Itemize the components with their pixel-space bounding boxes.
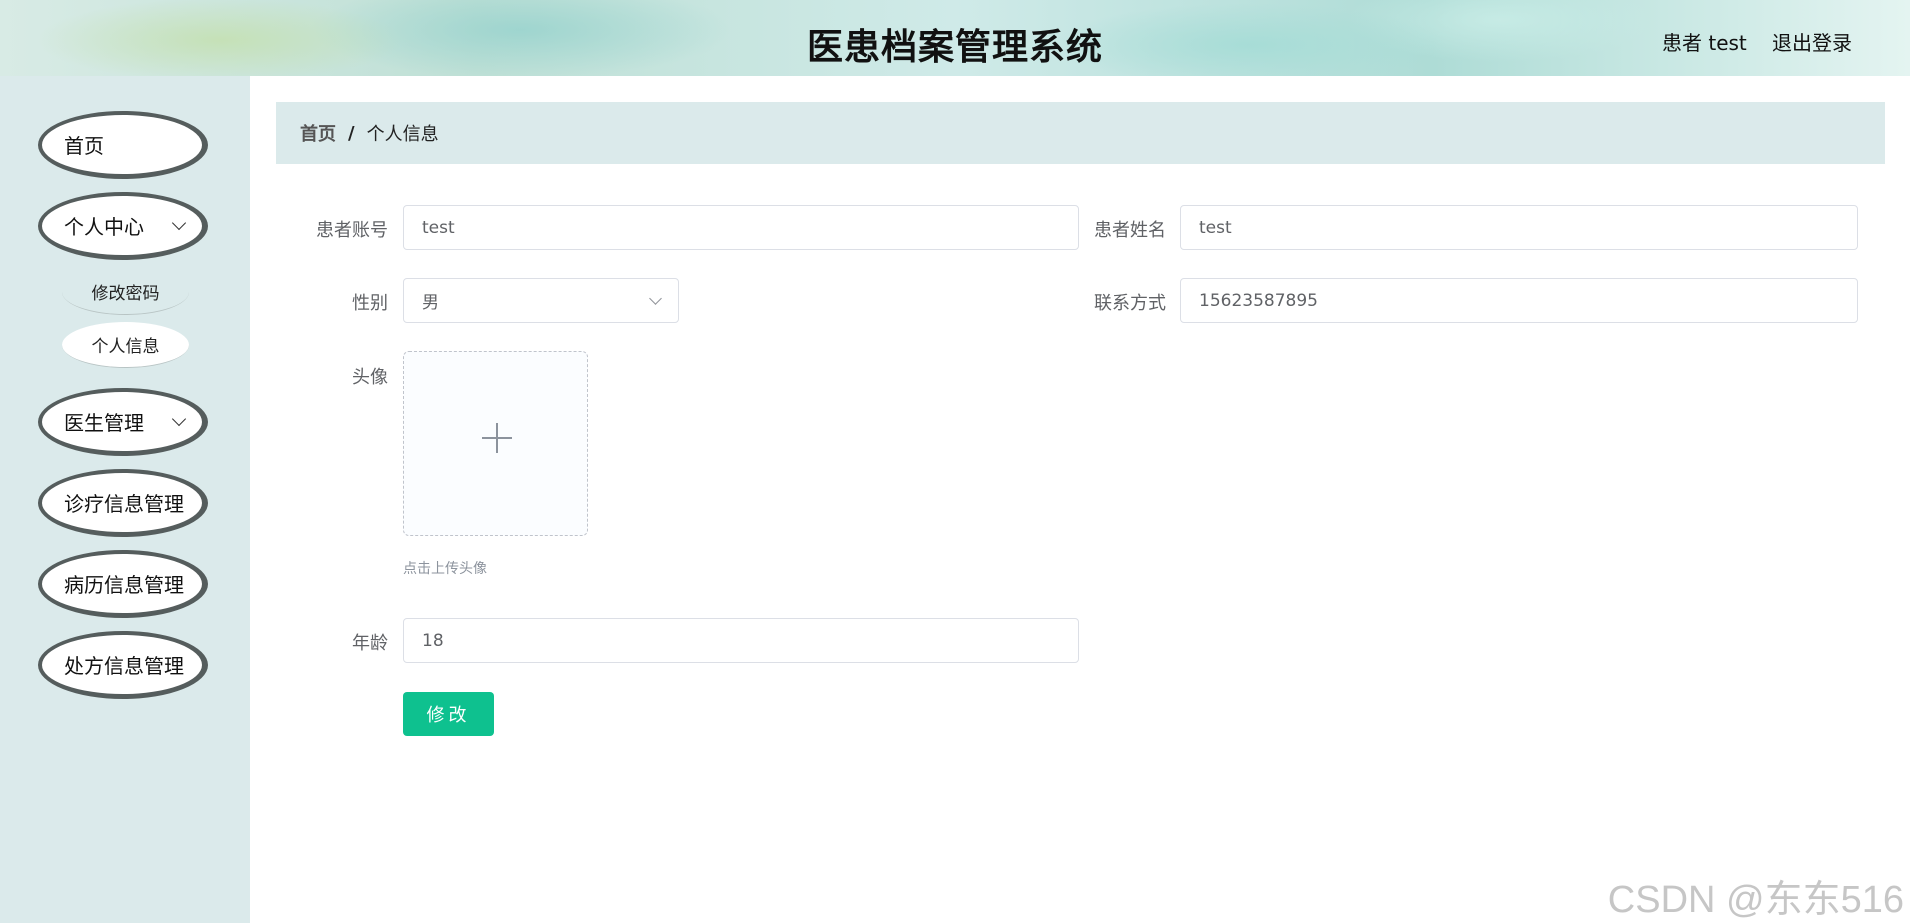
top-header: 医患档案管理系统 患者 test 退出登录 xyxy=(0,0,1910,76)
sidebar-item-prescription-management[interactable]: 处方信息管理 xyxy=(38,631,208,699)
chevron-down-icon xyxy=(171,215,187,231)
sidebar-subitem-label: 个人信息 xyxy=(91,337,160,357)
name-input[interactable] xyxy=(1180,205,1858,250)
phone-input[interactable] xyxy=(1180,278,1858,323)
sidebar-subitem-change-password[interactable]: 修改密码 xyxy=(62,269,189,315)
chevron-down-icon xyxy=(171,411,187,427)
avatar-label: 头像 xyxy=(352,367,388,388)
chevron-down-icon xyxy=(649,292,662,305)
sidebar-item-doctor-management[interactable]: 医生管理 xyxy=(38,388,208,456)
sidebar-item-label: 诊疗信息管理 xyxy=(64,492,184,516)
sidebar-item-label: 处方信息管理 xyxy=(64,654,184,678)
app-title: 医患档案管理系统 xyxy=(806,27,1103,68)
sidebar-item-label: 医生管理 xyxy=(64,411,144,435)
current-user: 患者 test xyxy=(1662,31,1747,55)
sidebar-item-personal-center[interactable]: 个人中心 xyxy=(38,192,208,260)
account-input[interactable] xyxy=(403,205,1079,250)
name-label: 患者姓名 xyxy=(1094,220,1166,241)
avatar-uploader[interactable] xyxy=(403,351,588,536)
gender-select[interactable]: 男 xyxy=(403,278,679,323)
age-label: 年龄 xyxy=(352,633,388,654)
age-input[interactable] xyxy=(403,618,1079,663)
upload-tip: 点击上传头像 xyxy=(403,561,487,577)
phone-label: 联系方式 xyxy=(1094,293,1166,314)
sidebar-item-medical-record-management[interactable]: 病历信息管理 xyxy=(38,550,208,618)
gender-select-value: 男 xyxy=(422,293,439,313)
sidebar-item-home[interactable]: 首页 xyxy=(38,111,208,179)
logout-link[interactable]: 退出登录 xyxy=(1772,27,1852,56)
breadcrumb-home[interactable]: 首页 xyxy=(300,120,336,146)
sidebar-item-label: 个人中心 xyxy=(64,215,144,239)
plus-icon-vertical xyxy=(496,423,498,453)
breadcrumb-current: 个人信息 xyxy=(366,124,439,145)
breadcrumb: 首页 / 个人信息 xyxy=(276,102,1885,164)
sidebar-subitem-personal-info[interactable]: 个人信息 xyxy=(62,322,189,368)
sidebar-item-label: 首页 xyxy=(64,134,104,158)
sidebar-item-diagnosis-management[interactable]: 诊疗信息管理 xyxy=(38,469,208,537)
gender-label: 性别 xyxy=(352,293,388,314)
sidebar: 首页 个人中心 修改密码 个人信息 医生管理 诊疗信息管理 病历信息管理 处方信… xyxy=(0,76,250,923)
watermark: CSDN @东东516 xyxy=(1607,879,1904,921)
account-label: 患者账号 xyxy=(316,220,388,241)
sidebar-subitem-label: 修改密码 xyxy=(91,284,160,304)
submit-button[interactable]: 修改 xyxy=(403,692,494,736)
sidebar-item-label: 病历信息管理 xyxy=(64,573,184,597)
breadcrumb-separator: / xyxy=(348,122,355,144)
